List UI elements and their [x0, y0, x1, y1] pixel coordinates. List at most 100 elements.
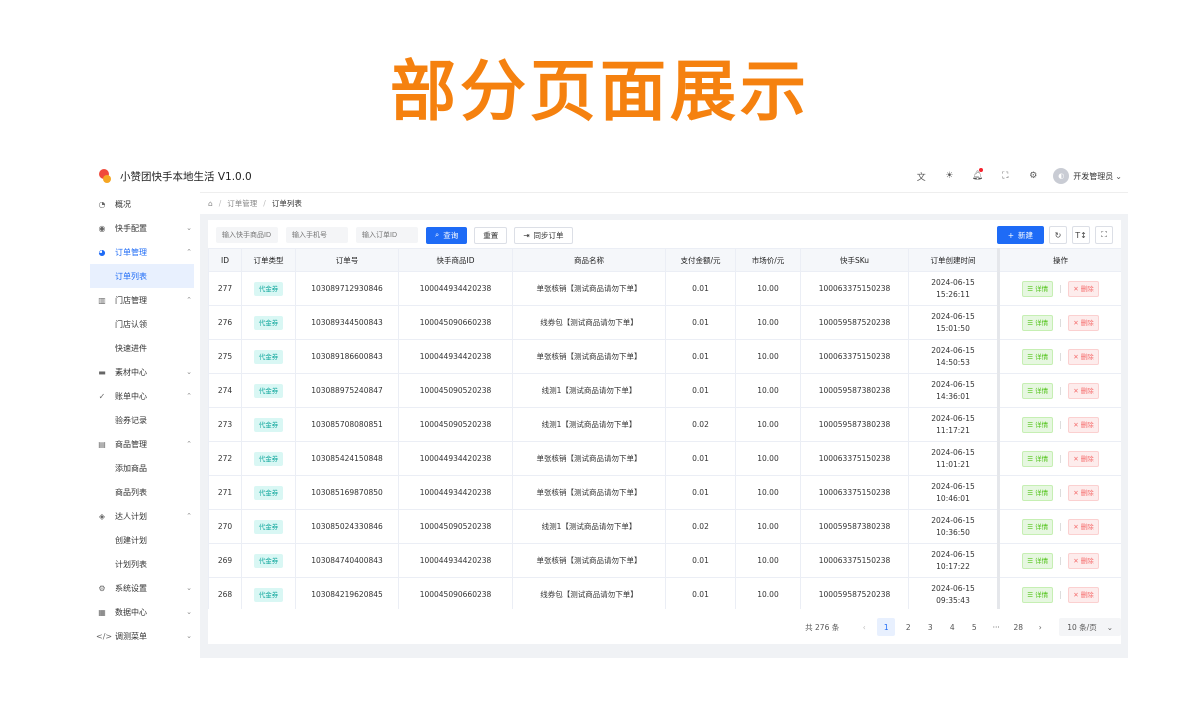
avatar[interactable]: ◐	[1053, 168, 1070, 184]
sync-orders-button[interactable]: ⇥ 同步订单	[514, 226, 573, 244]
sidebar-item[interactable]: 添加商品	[88, 456, 200, 480]
table-cell: 269	[208, 543, 242, 578]
density-icon[interactable]: T↕	[1072, 226, 1090, 244]
sidebar-item[interactable]: 订单列表	[90, 264, 194, 288]
chevron-down-icon: ⌄	[186, 224, 192, 232]
phone-input[interactable]	[286, 227, 348, 243]
settings-icon[interactable]: ⚙	[1019, 160, 1047, 192]
chevron-down-icon[interactable]: ⌄	[1115, 172, 1122, 181]
table-cell: 103085169870850	[295, 475, 399, 510]
sidebar-item[interactable]: ◉ 快手配置 ⌄	[88, 216, 200, 240]
page-ellipsis[interactable]: ···	[987, 618, 1005, 636]
table-row: 269 代金券 103084740400843 100044934420238 单张核销…	[208, 543, 1121, 578]
sidebar-item[interactable]: ▥ 门店管理 ⌃	[88, 288, 200, 312]
chevron-down-icon: ⌄	[186, 368, 192, 376]
theme-icon[interactable]: ☀	[935, 160, 963, 192]
table-cell: 274	[208, 373, 242, 408]
detail-button[interactable]: ☰ 详情	[1022, 382, 1054, 399]
column-header: 快手SKu	[800, 248, 909, 272]
detail-button[interactable]: ☰ 详情	[1022, 450, 1054, 467]
table-header-row: ID 订单类型 订单号 快手商品ID 商品名称 支付金额/元 市场价/元 快手SKu 订单创建时…	[208, 248, 1121, 272]
delete-button[interactable]: ✕ 删除	[1068, 348, 1099, 365]
order-list-panel: ⌕ 查询 重置 ⇥ 同步订单 + 新建 ↻ T↕ ⛶	[208, 220, 1121, 644]
sidebar-item[interactable]: ▬ 素材中心 ⌄	[88, 360, 200, 384]
table-cell: 100044934420238	[398, 475, 513, 510]
order-type-tag: 代金券	[253, 383, 284, 398]
delete-button[interactable]: ✕ 删除	[1068, 552, 1099, 569]
refresh-icon[interactable]: ↻	[1049, 226, 1067, 244]
sidebar-item[interactable]: 快速进件	[88, 336, 200, 360]
page-number[interactable]: 2	[899, 618, 917, 636]
reset-button[interactable]: 重置	[474, 226, 508, 244]
order-type-tag: 代金券	[253, 417, 284, 432]
sidebar-item[interactable]: ◕ 订单管理 ⌃	[88, 240, 200, 264]
table-cell: 271	[208, 475, 242, 510]
order-id-input[interactable]	[356, 227, 418, 243]
breadcrumb-parent[interactable]: 订单管理	[227, 198, 257, 209]
row-actions: ☰ 详情 ✕ 删除	[1000, 450, 1121, 467]
delete-button[interactable]: ✕ 删除	[1068, 382, 1099, 399]
sidebar-item[interactable]: ▦ 数据中心 ⌄	[88, 600, 200, 624]
table-cell: 10.00	[735, 339, 801, 374]
detail-button[interactable]: ☰ 详情	[1022, 518, 1054, 535]
delete-button[interactable]: ✕ 删除	[1068, 484, 1099, 501]
new-button[interactable]: + 新建	[996, 226, 1044, 244]
app-window: 小赞团快手本地生活 V1.0.0 文 ☀ 🔔︎ ⛶ ⚙ ◐ 开发管理员 ⌄ ◔ 概…	[88, 160, 1128, 658]
search-icon: ⌕	[435, 230, 440, 239]
delete-button[interactable]: ✕ 删除	[1068, 518, 1099, 535]
translate-icon[interactable]: 文	[907, 160, 935, 192]
sidebar-item[interactable]: 计划列表	[88, 552, 200, 576]
page-size-select[interactable]: 10 条/页 ⌄	[1059, 618, 1121, 636]
page-number[interactable]: 28	[1009, 618, 1027, 636]
detail-button[interactable]: ☰ 详情	[1022, 280, 1054, 297]
delete-button[interactable]: ✕ 删除	[1068, 450, 1099, 467]
delete-button[interactable]: ✕ 删除	[1068, 586, 1099, 603]
sidebar-item[interactable]: ✓ 账单中心 ⌃	[88, 384, 200, 408]
table-cell: 10.00	[735, 509, 801, 544]
chevron-down-icon: ⌄	[186, 632, 192, 640]
sidebar-item[interactable]: 验券记录	[88, 408, 200, 432]
sidebar-item-label: 计划列表	[115, 559, 147, 569]
main-content: ⌂ / 订单管理 / 订单列表 ⌕ 查询 重置 ⇥ 同步订单	[200, 192, 1128, 658]
detail-button[interactable]: ☰ 详情	[1022, 586, 1054, 603]
query-button[interactable]: ⌕ 查询	[426, 226, 468, 244]
home-icon[interactable]: ⌂	[208, 199, 213, 208]
delete-button[interactable]: ✕ 删除	[1068, 280, 1099, 297]
next-page-icon[interactable]: ›	[1031, 618, 1049, 636]
sidebar-item[interactable]: ⚙ 系统设置 ⌄	[88, 576, 200, 600]
delete-button[interactable]: ✕ 删除	[1068, 416, 1099, 433]
sidebar-item[interactable]: ◈ 达人计划 ⌃	[88, 504, 200, 528]
detail-button[interactable]: ☰ 详情	[1022, 314, 1054, 331]
table-cell: 103085708080851	[295, 407, 399, 442]
page-number[interactable]: 4	[943, 618, 961, 636]
page-number[interactable]: 5	[965, 618, 983, 636]
table-cell: 103089186600843	[295, 339, 399, 374]
delete-button[interactable]: ✕ 删除	[1068, 314, 1099, 331]
user-name[interactable]: 开发管理员	[1073, 171, 1113, 182]
page-number[interactable]: 3	[921, 618, 939, 636]
sidebar-item[interactable]: </> 调测菜单 ⌄	[88, 624, 200, 648]
detail-button[interactable]: ☰ 详情	[1022, 348, 1054, 365]
detail-button[interactable]: ☰ 详情	[1022, 416, 1054, 433]
fullscreen-icon[interactable]: ⛶	[991, 160, 1019, 192]
sidebar: ◔ 概况 ◉ 快手配置 ⌄ ◕ 订单管理 ⌃ 订单列表 ▥ 门店管理 ⌃ 门店认领 快速进件 ▬ 素材中心 ⌄ ✓…	[88, 192, 200, 658]
detail-button[interactable]: ☰ 详情	[1022, 484, 1054, 501]
table-row: 276 代金券 103089344500843 100045090660238 线券包【…	[208, 305, 1121, 340]
table-cell: 2024-06-15 15:26:11	[908, 271, 999, 306]
sidebar-item[interactable]: 创建计划	[88, 528, 200, 552]
sidebar-item-label: 门店管理	[115, 295, 147, 305]
sidebar-item[interactable]: ▤ 商品管理 ⌃	[88, 432, 200, 456]
goods-id-input[interactable]	[216, 227, 278, 243]
fullscreen-table-icon[interactable]: ⛶	[1095, 226, 1113, 244]
detail-button[interactable]: ☰ 详情	[1022, 552, 1054, 569]
bell-icon[interactable]: 🔔︎	[963, 160, 991, 192]
table-cell: 代金券	[241, 305, 296, 340]
sidebar-item[interactable]: 门店认领	[88, 312, 200, 336]
page-number[interactable]: 1	[877, 618, 896, 636]
prev-page-icon[interactable]: ‹	[855, 618, 873, 636]
actions-cell: ☰ 详情 ✕ 删除	[997, 271, 1121, 306]
column-header: 支付金额/元	[665, 248, 736, 272]
sidebar-item[interactable]: 商品列表	[88, 480, 200, 504]
row-actions: ☰ 详情 ✕ 删除	[1000, 586, 1121, 603]
sidebar-item[interactable]: ◔ 概况	[88, 192, 200, 216]
